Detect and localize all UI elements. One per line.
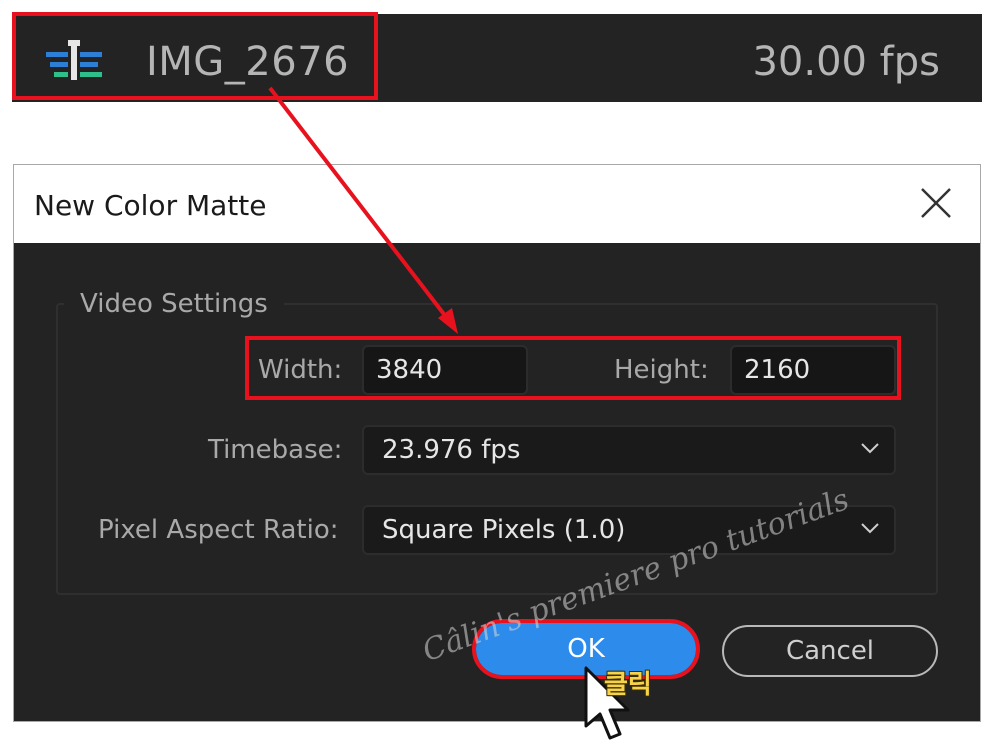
sequence-highlight-box xyxy=(12,12,378,100)
dialog-titlebar: New Color Matte xyxy=(14,165,980,243)
chevron-down-icon xyxy=(861,523,879,534)
pixel-aspect-ratio-label: Pixel Aspect Ratio: xyxy=(98,515,339,545)
timebase-select[interactable]: 23.976 fps xyxy=(362,425,896,475)
ok-button[interactable]: OK xyxy=(476,623,696,675)
pixel-aspect-ratio-select[interactable]: Square Pixels (1.0) xyxy=(362,505,896,555)
timebase-label: Timebase: xyxy=(208,435,343,465)
pixel-aspect-ratio-value: Square Pixels (1.0) xyxy=(382,515,626,545)
chevron-down-icon xyxy=(861,443,879,454)
dialog-body: Video Settings Width: 3840 Height: 2160 … xyxy=(14,243,980,721)
timebase-value: 23.976 fps xyxy=(382,435,521,465)
new-color-matte-dialog: New Color Matte Video Settings Width: 38… xyxy=(13,164,981,722)
sequence-fps: 30.00 fps xyxy=(752,39,940,85)
dialog-title: New Color Matte xyxy=(34,189,267,222)
cancel-button[interactable]: Cancel xyxy=(722,625,938,677)
width-height-highlight-box xyxy=(245,336,901,400)
video-settings-title: Video Settings xyxy=(64,287,284,321)
close-icon[interactable] xyxy=(916,183,956,223)
